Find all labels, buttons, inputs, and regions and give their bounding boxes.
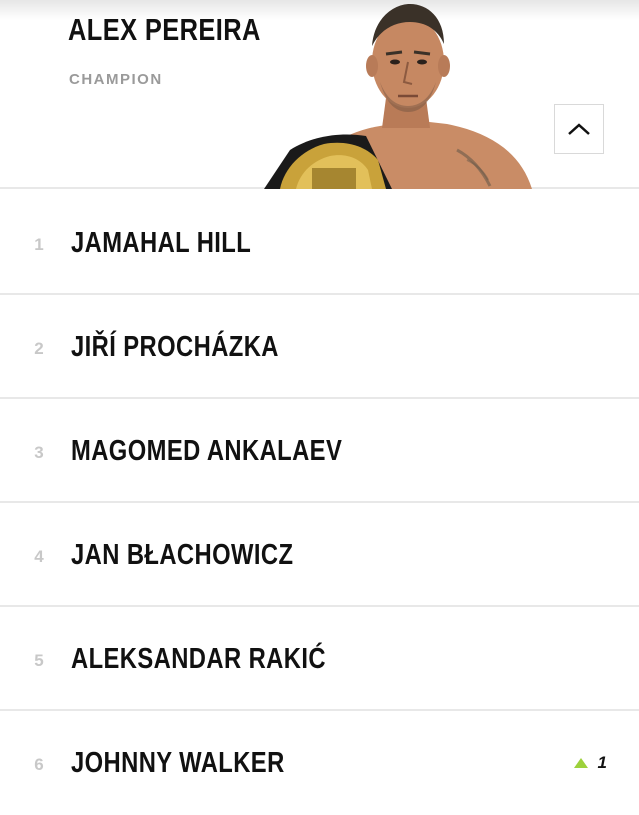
champion-name[interactable]: ALEX PEREIRA: [68, 12, 261, 48]
fighter-name[interactable]: ALEKSANDAR RAKIĆ: [71, 643, 326, 676]
fighter-name[interactable]: JOHNNY WALKER: [71, 747, 285, 780]
rank-number: 2: [34, 339, 44, 358]
rank-number: 1: [34, 235, 44, 254]
rank-movement: 1: [573, 753, 607, 773]
rankings-list: 1 JAMAHAL HILL 2 JIŘÍ PROCHÁZKA 3 MAGOME…: [0, 191, 639, 815]
champion-photo[interactable]: [262, 0, 534, 189]
rank-number: 4: [34, 547, 44, 566]
rank-number: 5: [34, 651, 44, 670]
ranking-row[interactable]: 6 JOHNNY WALKER 1: [0, 711, 639, 815]
ranking-row[interactable]: 4 JAN BŁACHOWICZ: [0, 503, 639, 607]
champion-section: ALEX PEREIRA CHAMPION: [0, 0, 639, 189]
rank-number: 3: [34, 443, 44, 462]
rank-number: 6: [34, 755, 44, 774]
fighter-name[interactable]: MAGOMED ANKALAEV: [71, 435, 342, 468]
fighter-name[interactable]: JIŘÍ PROCHÁZKA: [71, 331, 279, 364]
movement-count: 1: [597, 753, 607, 772]
chevron-up-icon: [568, 123, 590, 135]
fighter-name[interactable]: JAMAHAL HILL: [71, 227, 251, 260]
arrow-up-icon: [573, 758, 588, 768]
rankings-page: ALEX PEREIRA CHAMPION 1 JAMAHAL HILL 2 J…: [0, 0, 639, 800]
ranking-row[interactable]: 3 MAGOMED ANKALAEV: [0, 399, 639, 503]
ranking-row[interactable]: 2 JIŘÍ PROCHÁZKA: [0, 295, 639, 399]
ranking-row[interactable]: 5 ALEKSANDAR RAKIĆ: [0, 607, 639, 711]
collapse-button[interactable]: [554, 104, 604, 154]
ranking-row[interactable]: 1 JAMAHAL HILL: [0, 191, 639, 295]
fighter-name[interactable]: JAN BŁACHOWICZ: [71, 539, 293, 572]
champion-label: CHAMPION: [69, 71, 163, 88]
